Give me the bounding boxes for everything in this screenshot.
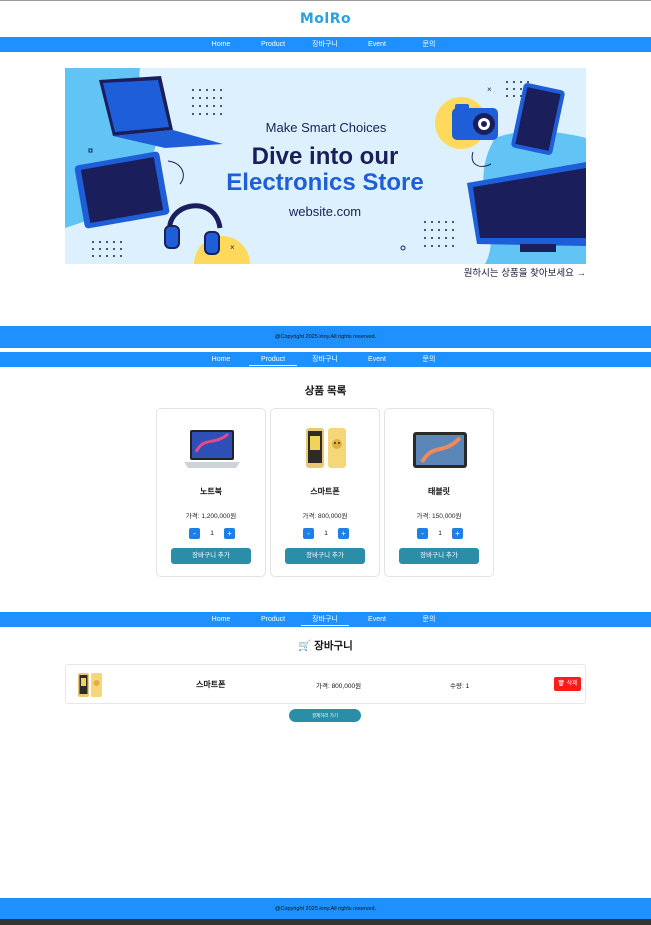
top-border: [0, 0, 651, 1]
site-logo[interactable]: MolRo: [0, 11, 651, 27]
nav-product[interactable]: Product: [243, 612, 303, 627]
product-card: 노트북 가격: 1,200,000원 - 1 + 장바구니 추가: [156, 408, 266, 577]
footer: @Copyright 2025.inny.All rights reserved…: [0, 898, 651, 920]
footer-copyright: @Copyright 2025.inny.All rights reserved…: [274, 906, 377, 912]
banner-headphones-icon: [164, 203, 223, 255]
cart-item-qty: 수량: 1: [450, 683, 470, 690]
add-to-cart-button[interactable]: 장바구니 추가: [171, 548, 251, 564]
nav-inquiry[interactable]: 문의: [399, 352, 459, 367]
product-price: 가격: 1,200,000원: [185, 513, 237, 520]
nav-home[interactable]: Home: [191, 37, 251, 52]
qty-decrease-button[interactable]: -: [189, 528, 200, 539]
nav-home[interactable]: Home: [191, 352, 251, 367]
qty-increase-button[interactable]: +: [224, 528, 235, 539]
laptop-icon: [184, 426, 240, 472]
nav-event[interactable]: Event: [347, 37, 407, 52]
product-name: 노트북: [199, 487, 223, 496]
product-card: 태블릿 가격: 150,000원 - 1 + 장바구니 추가: [384, 408, 494, 577]
nav-cart[interactable]: 장바구니: [295, 352, 355, 367]
quantity-stepper: - 1 +: [271, 528, 379, 539]
quantity-stepper: - 1 +: [385, 528, 493, 539]
product-price: 가격: 150,000원: [416, 513, 462, 520]
cart-title: 🛒 장바구니: [298, 640, 353, 652]
banner-yellow-circle-left: [194, 236, 250, 264]
add-to-cart-button[interactable]: 장바구니 추가: [399, 548, 479, 564]
tablet-icon: [412, 426, 468, 472]
cart-item-row: 스마트폰 가격: 800,000원 수량: 1 🗑 삭제: [65, 664, 586, 704]
nav-product[interactable]: Product: [243, 37, 303, 52]
main-nav: Home Product 장바구니 Event 문의: [0, 352, 651, 367]
qty-increase-button[interactable]: +: [338, 528, 349, 539]
add-to-cart-button[interactable]: 장바구니 추가: [285, 548, 365, 564]
product-list-title: 상품 목록: [304, 385, 347, 397]
browse-products-link[interactable]: 원하시는 상품을 찾아보세요 →: [464, 265, 586, 279]
main-nav: Home Product 장바구니 Event 문의: [0, 37, 651, 52]
qty-value: 1: [438, 530, 442, 537]
product-card: 스마트폰 가격: 800,000원 - 1 + 장바구니 추가: [270, 408, 380, 577]
nav-event[interactable]: Event: [347, 612, 407, 627]
product-name: 태블릿: [427, 487, 451, 496]
quantity-stepper: - 1 +: [157, 528, 265, 539]
banner-camera-icon: [452, 104, 498, 140]
nav-inquiry[interactable]: 문의: [399, 612, 459, 627]
footer-copyright: @Copyright 2025.inny.All rights reserved…: [274, 334, 377, 340]
qty-decrease-button[interactable]: -: [303, 528, 314, 539]
checkout-button[interactable]: 결제하러 가기: [289, 709, 361, 722]
banner-subheadline: Make Smart Choices: [266, 120, 387, 135]
hero-banner: × × Make Smart Choices Dive into our Ele…: [65, 68, 586, 264]
qty-decrease-button[interactable]: -: [417, 528, 428, 539]
product-price: 가격: 800,000원: [302, 513, 348, 520]
banner-headline-2: Electronics Store: [226, 169, 423, 196]
qty-increase-button[interactable]: +: [452, 528, 463, 539]
smartphone-icon: [76, 672, 106, 698]
nav-home[interactable]: Home: [191, 612, 251, 627]
main-nav: Home Product 장바구니 Event 문의: [0, 612, 651, 627]
nav-event[interactable]: Event: [347, 352, 407, 367]
footer: @Copyright 2025.inny.All rights reserved…: [0, 326, 651, 348]
nav-cart[interactable]: 장바구니: [295, 612, 355, 627]
smartphone-icon: [298, 426, 354, 472]
cart-item-price: 가격: 800,000원: [316, 683, 362, 690]
banner-illustration: × × Make Smart Choices Dive into our Ele…: [65, 68, 586, 264]
qty-value: 1: [210, 530, 214, 537]
svg-text:×: ×: [487, 85, 492, 94]
banner-website: website.com: [288, 204, 361, 219]
nav-cart[interactable]: 장바구니: [295, 37, 355, 52]
banner-headline-1: Dive into our: [252, 143, 399, 170]
svg-text:×: ×: [230, 243, 235, 252]
bottom-border: [0, 919, 651, 925]
nav-inquiry[interactable]: 문의: [399, 37, 459, 52]
product-name: 스마트폰: [310, 487, 340, 496]
nav-product[interactable]: Product: [243, 352, 303, 367]
cart-item-name: 스마트폰: [196, 680, 226, 689]
delete-button[interactable]: 🗑 삭제: [554, 677, 581, 691]
qty-value: 1: [324, 530, 328, 537]
